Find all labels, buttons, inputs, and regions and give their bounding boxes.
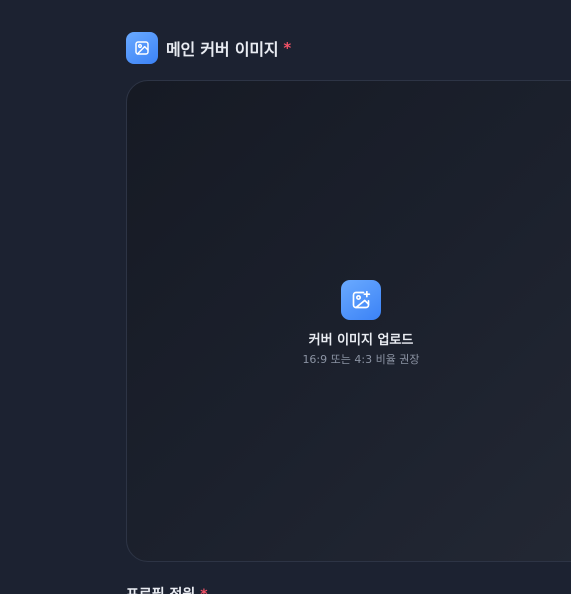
upload-hint: 16:9 또는 4:3 비율 권장 xyxy=(302,353,420,366)
next-section-header: 프로필 정원 * xyxy=(126,584,208,594)
upload-prompt: 커버 이미지 업로드 16:9 또는 4:3 비율 권장 xyxy=(127,280,571,367)
cover-image-upload-dropzone[interactable]: 커버 이미지 업로드 16:9 또는 4:3 비율 권장 xyxy=(126,80,571,562)
upload-title: 커버 이미지 업로드 xyxy=(308,333,414,348)
image-plus-icon xyxy=(341,280,381,320)
next-section-title: 프로필 정원 xyxy=(126,584,195,594)
required-mark: * xyxy=(283,39,292,57)
required-mark: * xyxy=(200,587,207,594)
cover-image-section-header: 메인 커버 이미지 * xyxy=(126,32,291,64)
page: 메인 커버 이미지 * 커버 이미지 업로드 16:9 또는 4:3 비율 권장… xyxy=(0,0,571,594)
section-title: 메인 커버 이미지 xyxy=(166,40,279,59)
image-icon xyxy=(126,32,158,64)
